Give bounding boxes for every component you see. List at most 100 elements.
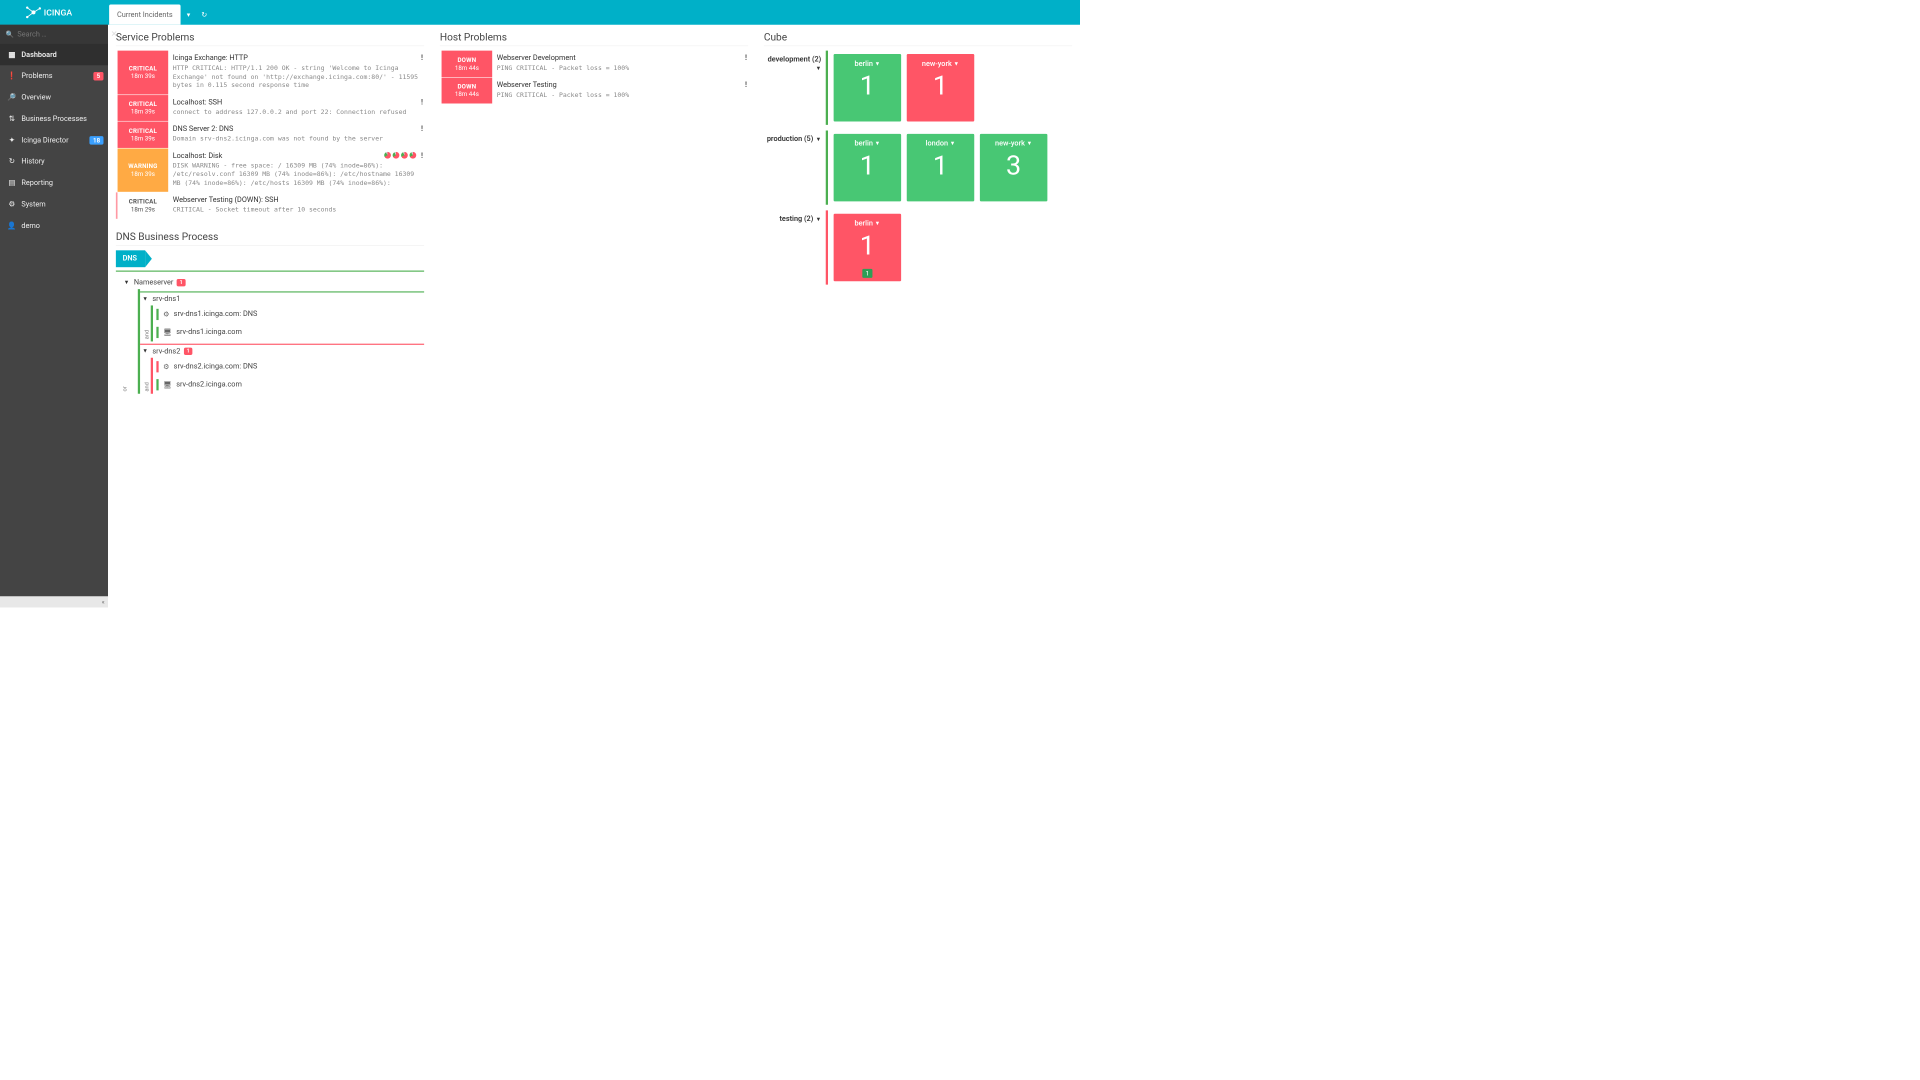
nav-badge: 5 (93, 72, 103, 80)
state-box: DOWN18m 44s (442, 77, 493, 103)
problem-row[interactable]: CRITICAL18m 39s!Icinga Exchange: HTTPHTT… (116, 51, 424, 95)
cube-group-label[interactable]: development (2) ▼ (764, 51, 826, 72)
host-icon: 🖥 (163, 328, 172, 336)
nav-business-processes[interactable]: ⇅Business Processes (0, 108, 108, 129)
bp-leaf-label: srv-dns1.icinga.com (176, 328, 242, 336)
problem-title: Icinga Exchange: HTTP (173, 54, 420, 62)
problem-title: Localhost: SSH (173, 98, 420, 106)
tab-dropdown-icon[interactable]: ▾ (181, 5, 197, 25)
bp-root-tab[interactable]: DNS (116, 250, 145, 267)
state-box: DOWN18m 44s (442, 51, 493, 77)
cube-cell-london[interactable]: london▼1 (907, 134, 975, 202)
nav-dashboard[interactable]: ▦ Dashboard (0, 44, 108, 65)
problem-row[interactable]: CRITICAL18m 39s!DNS Server 2: DNSDomain … (116, 122, 424, 148)
cube-cell-new-york[interactable]: new-york▼3 (980, 134, 1048, 202)
sidebar-collapse[interactable]: « (0, 596, 108, 607)
nav-label: Dashboard (21, 50, 56, 58)
nav-icon: 👤 (7, 221, 17, 229)
bp-row-nameserver[interactable]: ▼ Nameserver 1 (122, 276, 425, 289)
problem-row[interactable]: WARNING18m 39s!Localhost: DiskDISK WARNI… (116, 148, 424, 192)
state-box: WARNING18m 39s (118, 148, 169, 192)
caret-down-icon: ▼ (142, 348, 148, 354)
bp-leaf-service[interactable]: ⚙srv-dns2.icinga.com: DNS (153, 358, 424, 376)
urgent-icon: ! (421, 98, 423, 106)
nav-overview[interactable]: 🔎Overview (0, 87, 108, 108)
filter-icon: ▼ (950, 141, 956, 147)
cube-cell-new-york[interactable]: new-york▼1 (907, 54, 975, 122)
cube-group-label[interactable]: testing (2) ▼ (764, 210, 826, 223)
nav-demo[interactable]: 👤 demo (0, 215, 108, 236)
filter-icon: ▼ (816, 65, 822, 71)
cube-cell-name: new-york▼ (922, 60, 959, 68)
cube-group: development (2) ▼berlin▼1new-york▼1 (764, 51, 1072, 125)
bp-children: ▼ srv-dns1 and ⚙srv-dns1.icinga.com: DNS… (138, 289, 424, 394)
bp-node-srv1: ▼ srv-dns1 and ⚙srv-dns1.icinga.com: DNS… (140, 291, 424, 341)
cube-cell-berlin[interactable]: berlin▼11 (834, 214, 902, 282)
cube-cell-name: berlin▼ (855, 60, 881, 68)
nav-icon: ↻ (7, 157, 17, 165)
cube-col: Cube development (2) ▼berlin▼1new-york▼1… (756, 25, 1080, 608)
state-label: CRITICAL (129, 127, 157, 134)
nav-reporting[interactable]: ▤ Reporting (0, 172, 108, 193)
filter-icon: ▼ (875, 221, 881, 227)
bp-row-srv1[interactable]: ▼ srv-dns1 (140, 292, 424, 305)
nav-system[interactable]: ⚙System (0, 194, 108, 215)
nav-history[interactable]: ↻ History (0, 151, 108, 172)
cube-cell-name: new-york▼ (995, 140, 1032, 148)
problem-row[interactable]: CRITICAL18m 39s!Localhost: SSHconnect to… (116, 95, 424, 121)
content: Service Problems CRITICAL18m 39s!Icinga … (108, 25, 1080, 608)
sidebar: ICINGA 🔍 ✕ ▦Dashboard❗Problems5🔎Overview… (0, 0, 108, 608)
cube-group: production (5) ▼berlin▼1london▼1new-york… (764, 131, 1072, 205)
cube-cell-berlin[interactable]: berlin▼1 (834, 54, 902, 122)
service-problems-heading: Service Problems (116, 32, 424, 47)
topbar: Current Incidents ▾ ↻ (108, 0, 1080, 25)
problem-output: HTTP CRITICAL: HTTP/1.1 200 OK - string … (173, 64, 420, 90)
bp-leaf-label: srv-dns2.icinga.com: DNS (174, 362, 258, 370)
nav-label: System (21, 200, 45, 208)
cube-group-label[interactable]: production (5) ▼ (764, 131, 826, 144)
bp-label: srv-dns1 (152, 295, 180, 303)
state-label: DOWN (457, 83, 476, 90)
bp-leaf-service[interactable]: ⚙srv-dns1.icinga.com: DNS (153, 305, 424, 323)
filter-icon: ▼ (875, 141, 881, 147)
nav-icinga-director[interactable]: ✦Icinga Director18 (0, 129, 108, 150)
cube-cell-count: 1 (860, 69, 875, 101)
nav-icon: ✦ (7, 136, 17, 144)
bp-node-nameserver: ▼ Nameserver 1 or ▼ srv (116, 270, 424, 393)
logo[interactable]: ICINGA (0, 0, 108, 25)
bp-leaf-host[interactable]: 🖥 srv-dns1.icinga.com (153, 323, 424, 341)
nav-label: Reporting (21, 179, 53, 187)
problem-title: DNS Server 2: DNS (173, 125, 420, 133)
nav-label: demo (21, 221, 40, 229)
nav-label: Business Processes (21, 114, 87, 122)
problem-title: Webserver Testing (497, 81, 744, 89)
cube-cell-berlin[interactable]: berlin▼1 (834, 134, 902, 202)
nav-label: Overview (21, 93, 51, 101)
bp-leaf-label: srv-dns1.icinga.com: DNS (174, 310, 258, 318)
bp-leaf-host[interactable]: 🖥srv-dns2.icinga.com (153, 376, 424, 394)
problem-row[interactable]: CRITICAL18m 29s Webserver Testing (DOWN):… (116, 192, 424, 218)
cube-cell-name: berlin▼ (855, 219, 881, 227)
bp-row-srv2[interactable]: ▼ srv-dns2 1 (140, 345, 424, 358)
state-label: CRITICAL (129, 198, 157, 205)
nav-problems[interactable]: ❗Problems5 (0, 65, 108, 86)
problem-row[interactable]: DOWN18m 44s!Webserver DevelopmentPING CR… (440, 51, 748, 77)
cube-cell-count: 1 (860, 149, 875, 181)
nav-icon: ▦ (7, 50, 17, 58)
problem-row[interactable]: DOWN18m 44s!Webserver TestingPING CRITIC… (440, 77, 748, 103)
state-ts: 18m 39s (131, 170, 155, 177)
tab-current-incidents[interactable]: Current Incidents (109, 5, 180, 25)
cube-group: testing (2) ▼berlin▼11 (764, 210, 1072, 284)
problem-title: Webserver Testing (DOWN): SSH (173, 196, 420, 204)
nav-label: History (21, 157, 44, 165)
problem-body: !Localhost: DiskDISK WARNING - free spac… (168, 148, 424, 192)
state-label: CRITICAL (129, 65, 157, 72)
host-icon: 🖥 (163, 381, 172, 389)
tab-refresh-icon[interactable]: ↻ (196, 5, 212, 25)
search-input[interactable] (17, 30, 110, 38)
state-ts: 18m 39s (131, 108, 155, 115)
nav-icon: ▤ (7, 179, 17, 187)
perf-pies (384, 152, 416, 159)
state-box: CRITICAL18m 29s (118, 192, 169, 218)
cube-cell-count: 1 (860, 229, 875, 261)
